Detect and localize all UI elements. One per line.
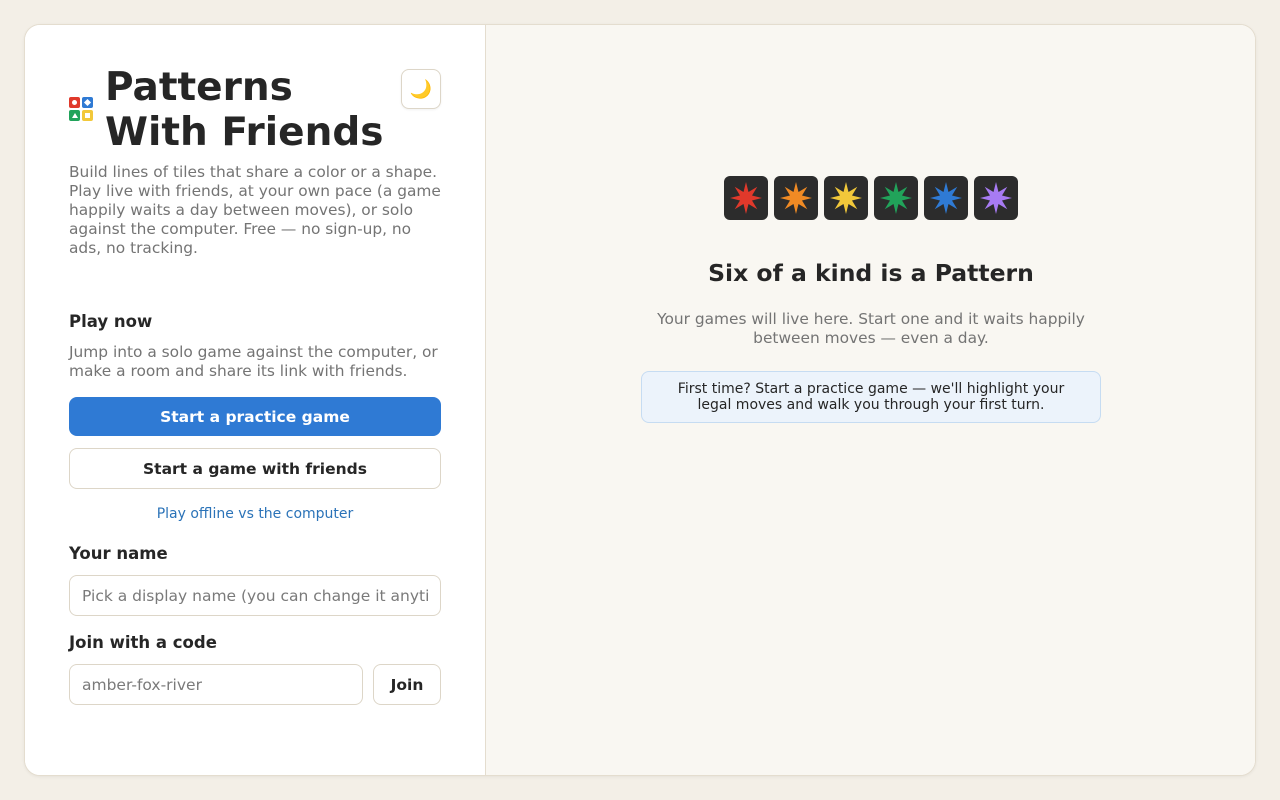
start-practice-game-button[interactable]: Start a practice game	[69, 397, 441, 436]
pattern-tile	[924, 176, 968, 220]
pattern-tile	[774, 176, 818, 220]
display-name-input[interactable]	[69, 575, 441, 616]
app-window: Patterns With Friends 🌙 Build lines of t…	[24, 24, 1256, 776]
starburst-icon	[780, 182, 812, 214]
play-now-heading: Play now	[69, 312, 153, 331]
play-now-description: Jump into a solo game against the comput…	[69, 343, 438, 380]
pattern-tile	[974, 176, 1018, 220]
join-code-heading: Join with a code	[69, 633, 217, 652]
starburst-icon	[880, 182, 912, 214]
join-code-input[interactable]	[69, 664, 363, 705]
join-code-row: Join	[69, 664, 441, 705]
start-game-with-friends-button[interactable]: Start a game with friends	[69, 448, 441, 489]
logo-icon	[69, 97, 93, 121]
empty-state-subtitle: Your games will live here. Start one and…	[657, 310, 1085, 347]
pattern-tile	[824, 176, 868, 220]
starburst-icon	[730, 182, 762, 214]
page-title: Patterns With Friends	[105, 65, 384, 155]
play-offline-link[interactable]: Play offline vs the computer	[69, 506, 441, 522]
first-time-hint: First time? Start a practice game — we'l…	[641, 371, 1101, 423]
pattern-tiles	[724, 176, 1018, 220]
join-button[interactable]: Join	[373, 664, 441, 705]
tagline: Build lines of tiles that share a color …	[69, 163, 441, 257]
moon-icon: 🌙	[409, 78, 433, 100]
empty-state-title: Six of a kind is a Pattern	[708, 259, 1034, 287]
pattern-tile	[874, 176, 918, 220]
theme-toggle-button[interactable]: 🌙	[401, 69, 441, 109]
header: Patterns With Friends 🌙	[69, 65, 441, 159]
your-name-heading: Your name	[69, 544, 168, 563]
starburst-icon	[980, 182, 1012, 214]
starburst-icon	[830, 182, 862, 214]
pattern-tile	[724, 176, 768, 220]
sidebar: Patterns With Friends 🌙 Build lines of t…	[25, 25, 486, 775]
games-panel: Six of a kind is a Pattern Your games wi…	[486, 25, 1255, 775]
starburst-icon	[930, 182, 962, 214]
